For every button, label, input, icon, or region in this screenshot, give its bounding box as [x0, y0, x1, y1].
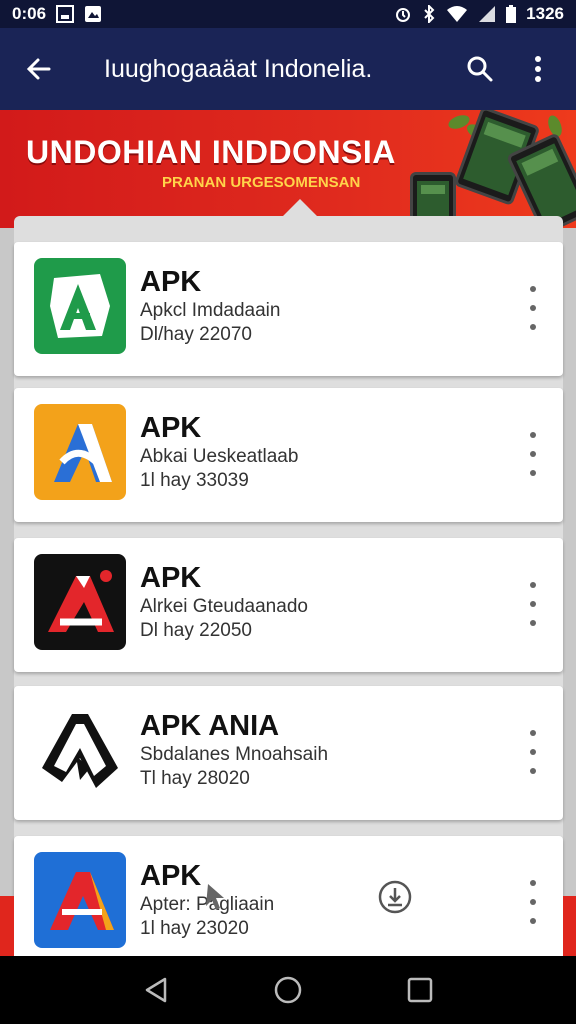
more-vert-icon[interactable] — [521, 730, 545, 774]
app-name: APK — [140, 266, 202, 298]
app-name: APK — [140, 860, 202, 892]
more-vert-icon[interactable] — [514, 45, 562, 93]
app-date: Dl/hay 22070 — [140, 324, 252, 345]
app-subtitle: Abkai Ueskeatlaab — [140, 446, 299, 467]
banner-subtitle: PRANAN URGESOMENSAN — [162, 174, 361, 191]
apk-outline-icon — [34, 702, 126, 798]
apk-black-red-icon — [34, 554, 126, 650]
bluetooth-icon — [422, 5, 436, 23]
app-list-item[interactable]: APK Apter: Pagliaain 1l hay 23020 — [14, 836, 563, 970]
app-list-item[interactable]: APK ANIA Sbdalanes Mnoahsaih Tl hay 2802… — [14, 686, 563, 820]
app-date: Tl hay 28020 — [140, 768, 250, 789]
nav-recents-icon[interactable] — [390, 960, 450, 1020]
status-battery-text: 1326 — [526, 4, 564, 23]
background-strip — [0, 896, 14, 956]
background-strip — [563, 896, 576, 956]
system-nav-bar — [0, 956, 576, 1024]
download-icon[interactable] — [378, 880, 412, 914]
more-vert-icon[interactable] — [521, 582, 545, 626]
app-subtitle: Alrkei Gteudaanado — [140, 596, 308, 617]
app-date: Dl hay 22050 — [140, 620, 252, 641]
apk-green-icon — [34, 258, 126, 354]
cursor-icon — [202, 880, 230, 912]
app-bar: Iuughogaaäat Indonelia. — [0, 28, 576, 110]
battery-icon — [506, 5, 517, 23]
alarm-icon — [394, 5, 412, 23]
app-subtitle: Apkcl Imdadaain — [140, 300, 281, 321]
apk-orange-icon — [34, 404, 126, 500]
wifi-icon — [446, 5, 468, 23]
app-list-item[interactable]: APK Abkai Ueskeatlaab 1l hay 33039 — [14, 388, 563, 522]
more-vert-icon[interactable] — [521, 286, 545, 330]
app-name: APK — [140, 562, 202, 594]
app-list-panel: APK Apkcl Imdadaain Dl/hay 22070 APK Abk… — [14, 199, 563, 970]
nav-back-icon[interactable] — [126, 960, 186, 1020]
status-bar: 0:06 1326 — [0, 0, 576, 28]
more-vert-icon[interactable] — [521, 880, 545, 924]
nav-home-icon[interactable] — [258, 960, 318, 1020]
arrow-back-icon[interactable] — [14, 44, 64, 94]
apk-blue-icon — [34, 852, 126, 948]
app-list-item[interactable]: APK Apkcl Imdadaain Dl/hay 22070 — [14, 242, 563, 376]
app-name: APK ANIA — [140, 710, 280, 742]
app-date: 1l hay 33039 — [140, 470, 249, 491]
app-subtitle: Sbdalanes Mnoahsaih — [140, 744, 329, 765]
image-icon — [56, 5, 75, 23]
app-bar-title: Iuughogaaäat Indonelia. — [104, 54, 373, 83]
app-date: 1l hay 23020 — [140, 918, 249, 939]
notification-icon — [84, 5, 102, 23]
app-name: APK — [140, 412, 202, 444]
more-vert-icon[interactable] — [521, 432, 545, 476]
app-list-item[interactable]: APK Alrkei Gteudaanado Dl hay 22050 — [14, 538, 563, 672]
banner-title: UNDOHIAN INDDONSIA — [26, 134, 396, 170]
search-icon[interactable] — [456, 45, 504, 93]
status-time: 0:06 — [12, 4, 47, 23]
signal-icon — [478, 5, 496, 23]
